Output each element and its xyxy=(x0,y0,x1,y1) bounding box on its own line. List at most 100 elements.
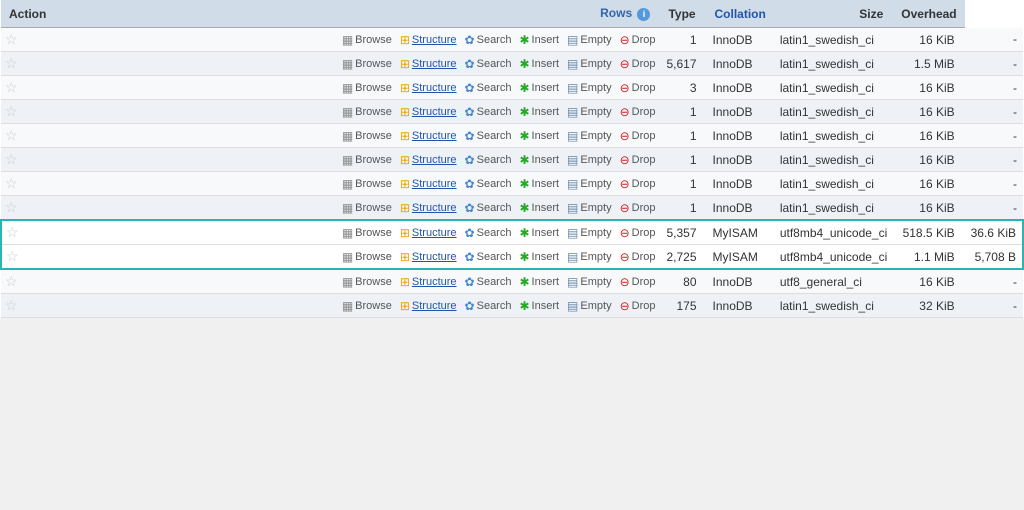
structure-icon: ⊞ xyxy=(400,33,410,47)
insert-button[interactable]: ✱Insert xyxy=(516,298,562,314)
search-button[interactable]: ✿Search xyxy=(462,56,515,72)
rows-value: 3 xyxy=(660,76,706,100)
drop-button[interactable]: ⊖Drop xyxy=(617,104,659,120)
empty-button[interactable]: ▤Empty xyxy=(564,200,615,216)
structure-button[interactable]: ⊞Structure xyxy=(397,249,460,265)
search-button[interactable]: ✿Search xyxy=(462,200,515,216)
favorite-star[interactable]: ☆ xyxy=(5,127,18,143)
favorite-star[interactable]: ☆ xyxy=(5,199,18,215)
table-row: ☆ ▦Browse⊞Structure✿Search✱Insert▤Empty⊖D… xyxy=(1,196,1023,221)
empty-button[interactable]: ▤Empty xyxy=(564,152,615,168)
favorite-star[interactable]: ☆ xyxy=(5,297,18,313)
browse-button[interactable]: ▦Browse xyxy=(339,80,395,96)
drop-button[interactable]: ⊖Drop xyxy=(617,249,659,265)
browse-button[interactable]: ▦Browse xyxy=(339,249,395,265)
structure-button[interactable]: ⊞Structure xyxy=(397,128,460,144)
search-button[interactable]: ✿Search xyxy=(462,298,515,314)
insert-button[interactable]: ✱Insert xyxy=(516,200,562,216)
browse-button[interactable]: ▦Browse xyxy=(339,152,395,168)
empty-button[interactable]: ▤Empty xyxy=(564,104,615,120)
table-row: ☆ ▦Browse⊞Structure✿Search✱Insert▤Empty⊖D… xyxy=(1,52,1023,76)
browse-button[interactable]: ▦Browse xyxy=(339,56,395,72)
favorite-star[interactable]: ☆ xyxy=(5,103,18,119)
insert-button[interactable]: ✱Insert xyxy=(516,249,562,265)
rows-value: 2,725 xyxy=(660,245,706,270)
structure-button[interactable]: ⊞Structure xyxy=(397,298,460,314)
insert-button[interactable]: ✱Insert xyxy=(516,225,562,241)
drop-button[interactable]: ⊖Drop xyxy=(617,152,659,168)
search-button[interactable]: ✿Search xyxy=(462,249,515,265)
drop-button[interactable]: ⊖Drop xyxy=(617,274,659,290)
search-button[interactable]: ✿Search xyxy=(462,80,515,96)
search-button[interactable]: ✿Search xyxy=(462,128,515,144)
insert-button[interactable]: ✱Insert xyxy=(516,104,562,120)
structure-button[interactable]: ⊞Structure xyxy=(397,176,460,192)
favorite-star[interactable]: ☆ xyxy=(5,273,18,289)
drop-button[interactable]: ⊖Drop xyxy=(617,200,659,216)
insert-button[interactable]: ✱Insert xyxy=(516,56,562,72)
drop-button[interactable]: ⊖Drop xyxy=(617,32,659,48)
favorite-star[interactable]: ☆ xyxy=(5,79,18,95)
structure-button[interactable]: ⊞Structure xyxy=(397,56,460,72)
drop-button[interactable]: ⊖Drop xyxy=(617,80,659,96)
favorite-star[interactable]: ☆ xyxy=(5,55,18,71)
action-cell: ▦Browse⊞Structure✿Search✱Insert▤Empty⊖Dr… xyxy=(337,52,661,76)
collation-header[interactable]: Collation xyxy=(707,0,774,28)
browse-button[interactable]: ▦Browse xyxy=(339,32,395,48)
insert-button[interactable]: ✱Insert xyxy=(516,80,562,96)
empty-button[interactable]: ▤Empty xyxy=(564,225,615,241)
browse-button[interactable]: ▦Browse xyxy=(339,176,395,192)
browse-button[interactable]: ▦Browse xyxy=(339,274,395,290)
rows-header[interactable]: Rows i xyxy=(337,0,661,28)
favorite-star[interactable]: ☆ xyxy=(6,224,19,240)
browse-button[interactable]: ▦Browse xyxy=(339,200,395,216)
search-button[interactable]: ✿Search xyxy=(462,274,515,290)
structure-icon: ⊞ xyxy=(400,226,410,240)
collation-value: latin1_swedish_ci xyxy=(774,294,893,318)
structure-button[interactable]: ⊞Structure xyxy=(397,225,460,241)
structure-label: Structure xyxy=(412,82,457,94)
browse-button[interactable]: ▦Browse xyxy=(339,104,395,120)
structure-button[interactable]: ⊞Structure xyxy=(397,274,460,290)
drop-button[interactable]: ⊖Drop xyxy=(617,128,659,144)
insert-button[interactable]: ✱Insert xyxy=(516,176,562,192)
favorite-star[interactable]: ☆ xyxy=(6,248,19,264)
insert-button[interactable]: ✱Insert xyxy=(516,152,562,168)
structure-button[interactable]: ⊞Structure xyxy=(397,152,460,168)
empty-button[interactable]: ▤Empty xyxy=(564,274,615,290)
insert-button[interactable]: ✱Insert xyxy=(516,32,562,48)
empty-button[interactable]: ▤Empty xyxy=(564,80,615,96)
structure-button[interactable]: ⊞Structure xyxy=(397,104,460,120)
search-button[interactable]: ✿Search xyxy=(462,176,515,192)
empty-button[interactable]: ▤Empty xyxy=(564,128,615,144)
search-button[interactable]: ✿Search xyxy=(462,152,515,168)
search-icon: ✿ xyxy=(465,275,475,289)
browse-button[interactable]: ▦Browse xyxy=(339,298,395,314)
insert-button[interactable]: ✱Insert xyxy=(516,274,562,290)
empty-button[interactable]: ▤Empty xyxy=(564,249,615,265)
drop-button[interactable]: ⊖Drop xyxy=(617,56,659,72)
rows-info-icon[interactable]: i xyxy=(637,8,650,21)
search-button[interactable]: ✿Search xyxy=(462,32,515,48)
structure-button[interactable]: ⊞Structure xyxy=(397,80,460,96)
favorite-star[interactable]: ☆ xyxy=(5,31,18,47)
favorite-star[interactable]: ☆ xyxy=(5,175,18,191)
structure-button[interactable]: ⊞Structure xyxy=(397,200,460,216)
structure-button[interactable]: ⊞Structure xyxy=(397,32,460,48)
drop-button[interactable]: ⊖Drop xyxy=(617,298,659,314)
empty-button[interactable]: ▤Empty xyxy=(564,56,615,72)
favorite-star[interactable]: ☆ xyxy=(5,151,18,167)
empty-button[interactable]: ▤Empty xyxy=(564,176,615,192)
browse-button[interactable]: ▦Browse xyxy=(339,225,395,241)
drop-button[interactable]: ⊖Drop xyxy=(617,176,659,192)
insert-button[interactable]: ✱Insert xyxy=(516,128,562,144)
search-button[interactable]: ✿Search xyxy=(462,104,515,120)
search-button[interactable]: ✿Search xyxy=(462,225,515,241)
drop-button[interactable]: ⊖Drop xyxy=(617,225,659,241)
empty-button[interactable]: ▤Empty xyxy=(564,298,615,314)
empty-button[interactable]: ▤Empty xyxy=(564,32,615,48)
search-icon: ✿ xyxy=(465,250,475,264)
browse-button[interactable]: ▦Browse xyxy=(339,128,395,144)
insert-icon: ✱ xyxy=(519,177,529,191)
structure-icon: ⊞ xyxy=(400,250,410,264)
